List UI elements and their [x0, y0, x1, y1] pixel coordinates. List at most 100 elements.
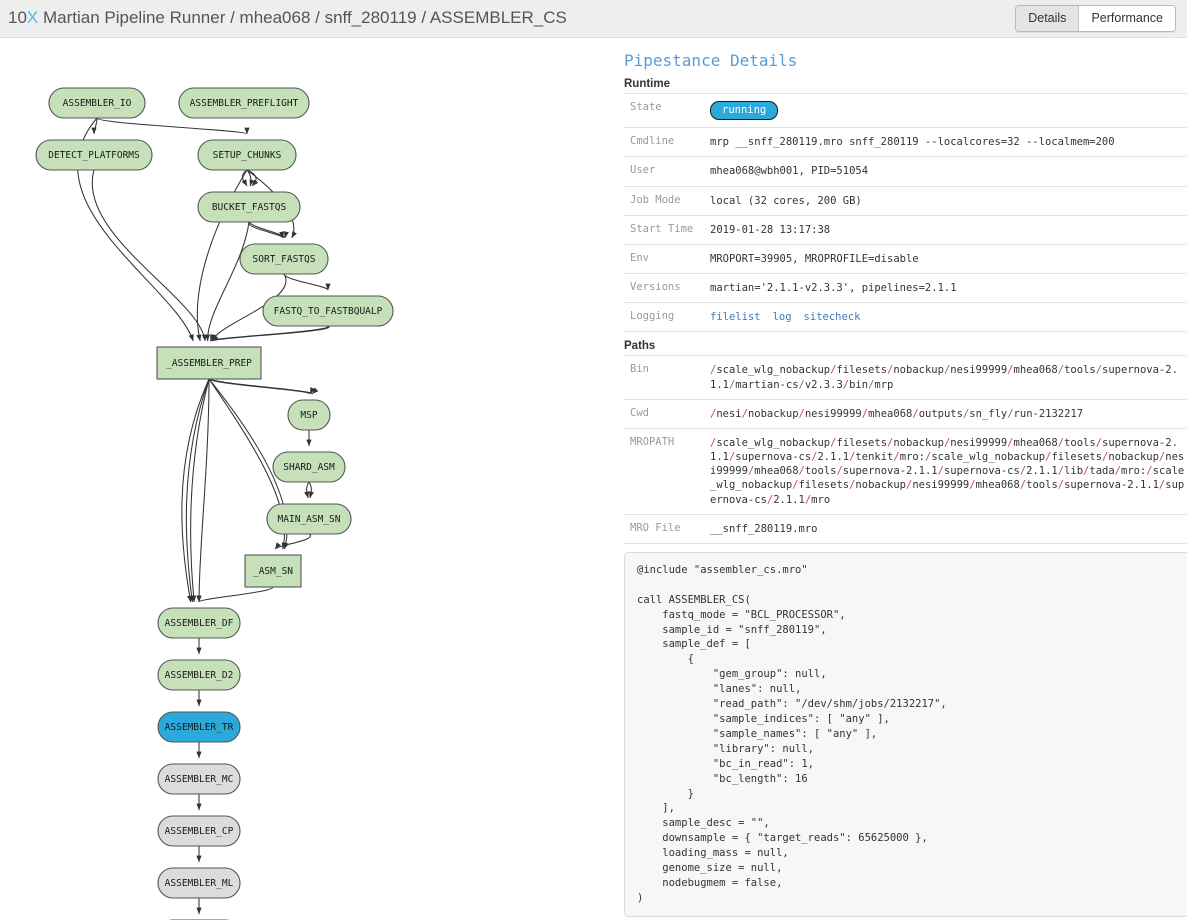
graph-edge: [284, 274, 328, 290]
graph-node-shard_asm[interactable]: SHARD_ASM: [273, 452, 345, 482]
pipestance-details-panel: Pipestance Details Runtime State running C…: [610, 39, 1187, 920]
graph-node-assembler_mc[interactable]: ASSEMBLER_MC: [158, 764, 240, 794]
runtime-row-value: MROPORT=39905, MROPROFILE=disable: [702, 244, 1187, 273]
status-badge: running: [710, 101, 778, 120]
paths-row-key: Cwd: [624, 399, 702, 428]
runtime-row-value: running: [702, 94, 1187, 128]
graph-node-assembler_df[interactable]: ASSEMBLER_DF: [158, 608, 240, 638]
graph-node-label: ASSEMBLER_D2: [165, 670, 234, 681]
graph-node-_asm_sn[interactable]: _ASM_SN: [245, 555, 301, 587]
graph-edge: [309, 482, 311, 498]
paths-row-key: Bin: [624, 356, 702, 399]
breadcrumb: 10X Martian Pipeline Runner / mhea068 / …: [8, 8, 567, 28]
runtime-row-value: 2019-01-28 13:17:38: [702, 215, 1187, 244]
graph-node-label: FASTQ_TO_FASTBQUALP: [274, 306, 383, 317]
graph-edge: [199, 379, 209, 602]
graph-node-label: _ASSEMBLER_PREP: [166, 358, 252, 369]
paths-row: Bin/scale_wlg_nobackup/filesets/nobackup…: [624, 356, 1187, 399]
graph-node-layer[interactable]: ASSEMBLER_IO ASSEMBLER_PREFLIGHT DETECT_PL…: [36, 88, 393, 920]
runtime-row: Logging filelist log sitecheck: [624, 303, 1187, 332]
paths-section-heading: Paths: [624, 340, 1179, 352]
graph-node-label: SETUP_CHUNKS: [213, 150, 282, 161]
paths-row-key: MRO File: [624, 514, 702, 543]
tab-details[interactable]: Details: [1016, 6, 1078, 31]
graph-node-assembler_d2[interactable]: ASSEMBLER_D2: [158, 660, 240, 690]
logging-link-log[interactable]: log: [773, 311, 792, 323]
runtime-row-value: filelist log sitecheck: [702, 303, 1187, 332]
graph-edge: [212, 326, 329, 341]
runtime-row: Job Modelocal (32 cores, 200 GB): [624, 186, 1187, 215]
graph-node-assembler_io[interactable]: ASSEMBLER_IO: [49, 88, 145, 118]
runtime-row-value: martian='2.1.1-v2.3.3', pipelines=2.1.1: [702, 274, 1187, 303]
graph-node-label: ASSEMBLER_DF: [165, 618, 234, 629]
graph-node-assembler_tr[interactable]: ASSEMBLER_TR: [158, 712, 240, 742]
graph-node-assembler_ml[interactable]: ASSEMBLER_ML: [158, 868, 240, 898]
graph-node-detect_platforms[interactable]: DETECT_PLATFORMS: [36, 140, 152, 170]
paths-row-value: __snff_280119.mro: [702, 514, 1187, 543]
runtime-row: Versionsmartian='2.1.1-v2.3.3', pipeline…: [624, 274, 1187, 303]
graph-node-setup_chunks[interactable]: SETUP_CHUNKS: [198, 140, 296, 170]
graph-node-assembler_preflight[interactable]: ASSEMBLER_PREFLIGHT: [179, 88, 309, 118]
paths-row-key: MROPATH: [624, 428, 702, 514]
tab-performance[interactable]: Performance: [1078, 6, 1175, 31]
paths-row: MROPATH/scale_wlg_nobackup/filesets/noba…: [624, 428, 1187, 514]
breadcrumb-path: Martian Pipeline Runner / mhea068 / snff…: [38, 8, 567, 27]
logging-link-filelist[interactable]: filelist: [710, 311, 761, 323]
brand-10: 10: [8, 8, 27, 27]
graph-node-label: MAIN_ASM_SN: [278, 514, 341, 525]
runtime-row: State running: [624, 94, 1187, 128]
graph-node-label: ASSEMBLER_IO: [63, 98, 132, 109]
graph-node-label: _ASM_SN: [253, 566, 293, 577]
runtime-section-heading: Runtime: [624, 78, 1179, 90]
runtime-row-value: local (32 cores, 200 GB): [702, 186, 1187, 215]
runtime-table: State running Cmdlinemrp __snff_280119.mro…: [624, 93, 1187, 332]
pipeline-graph-panel[interactable]: ASSEMBLER_IO ASSEMBLER_PREFLIGHT DETECT_PL…: [0, 39, 610, 920]
graph-edge: [275, 534, 310, 549]
runtime-row: Start Time2019-01-28 13:17:38: [624, 215, 1187, 244]
graph-node-main_asm_sn[interactable]: MAIN_ASM_SN: [267, 504, 351, 534]
graph-node-fastq_to_fastbqualp[interactable]: FASTQ_TO_FASTBQUALP: [263, 296, 393, 326]
graph-node-label: ASSEMBLER_MC: [165, 774, 234, 785]
graph-edge: [307, 482, 309, 498]
graph-node-label: ASSEMBLER_PREFLIGHT: [190, 98, 299, 109]
runtime-row: EnvMROPORT=39905, MROPROFILE=disable: [624, 244, 1187, 273]
graph-node-label: SORT_FASTQS: [253, 254, 316, 265]
graph-node-label: ASSEMBLER_TR: [165, 722, 234, 733]
graph-node-sort_fastqs[interactable]: SORT_FASTQS: [240, 244, 328, 274]
graph-edge: [186, 379, 209, 602]
page-title: Pipestance Details: [624, 51, 1179, 70]
graph-node-msp[interactable]: MSP: [288, 400, 330, 430]
paths-row: MRO File__snff_280119.mro: [624, 514, 1187, 543]
graph-edge: [209, 379, 312, 394]
graph-edge: [199, 587, 273, 602]
paths-row: Cwd/nesi/nobackup/nesi99999/mhea068/outp…: [624, 399, 1187, 428]
runtime-row-key: State: [624, 94, 702, 128]
graph-node-assembler_cp[interactable]: ASSEMBLER_CP: [158, 816, 240, 846]
paths-row-value: /scale_wlg_nobackup/filesets/nobackup/ne…: [702, 356, 1187, 399]
graph-node-label: ASSEMBLER_ML: [165, 878, 234, 889]
graph-node-label: SHARD_ASM: [283, 462, 335, 473]
runtime-row-key: Env: [624, 244, 702, 273]
pipeline-graph-svg[interactable]: ASSEMBLER_IO ASSEMBLER_PREFLIGHT DETECT_PL…: [0, 39, 610, 920]
runtime-row-value: mhea068@wbh001, PID=51054: [702, 157, 1187, 186]
paths-row-value: /scale_wlg_nobackup/filesets/nobackup/ne…: [702, 428, 1187, 514]
graph-node-bucket_fastqs[interactable]: BUCKET_FASTQS: [198, 192, 300, 222]
runtime-row-key: Logging: [624, 303, 702, 332]
paths-row-value: /nesi/nobackup/nesi99999/mhea068/outputs…: [702, 399, 1187, 428]
graph-node-_assembler_prep[interactable]: _ASSEMBLER_PREP: [157, 347, 261, 379]
graph-edge: [92, 170, 205, 341]
graph-edge: [97, 118, 247, 134]
runtime-row: Usermhea068@wbh001, PID=51054: [624, 157, 1187, 186]
runtime-row: Cmdlinemrp __snff_280119.mro snff_280119…: [624, 128, 1187, 157]
graph-edge: [242, 170, 247, 186]
view-toggle-group[interactable]: Details Performance: [1015, 5, 1176, 32]
graph-node-label: ASSEMBLER_CP: [165, 826, 234, 837]
brand-x: X: [27, 8, 38, 27]
mro-source-block: @include "assembler_cs.mro" call ASSEMBL…: [624, 552, 1187, 917]
paths-table: Bin/scale_wlg_nobackup/filesets/nobackup…: [624, 355, 1187, 544]
runtime-row-value: mrp __snff_280119.mro snff_280119 --loca…: [702, 128, 1187, 157]
graph-edge: [208, 222, 249, 341]
graph-node-label: DETECT_PLATFORMS: [48, 150, 140, 161]
runtime-row-key: User: [624, 157, 702, 186]
logging-link-sitecheck[interactable]: sitecheck: [804, 311, 861, 323]
